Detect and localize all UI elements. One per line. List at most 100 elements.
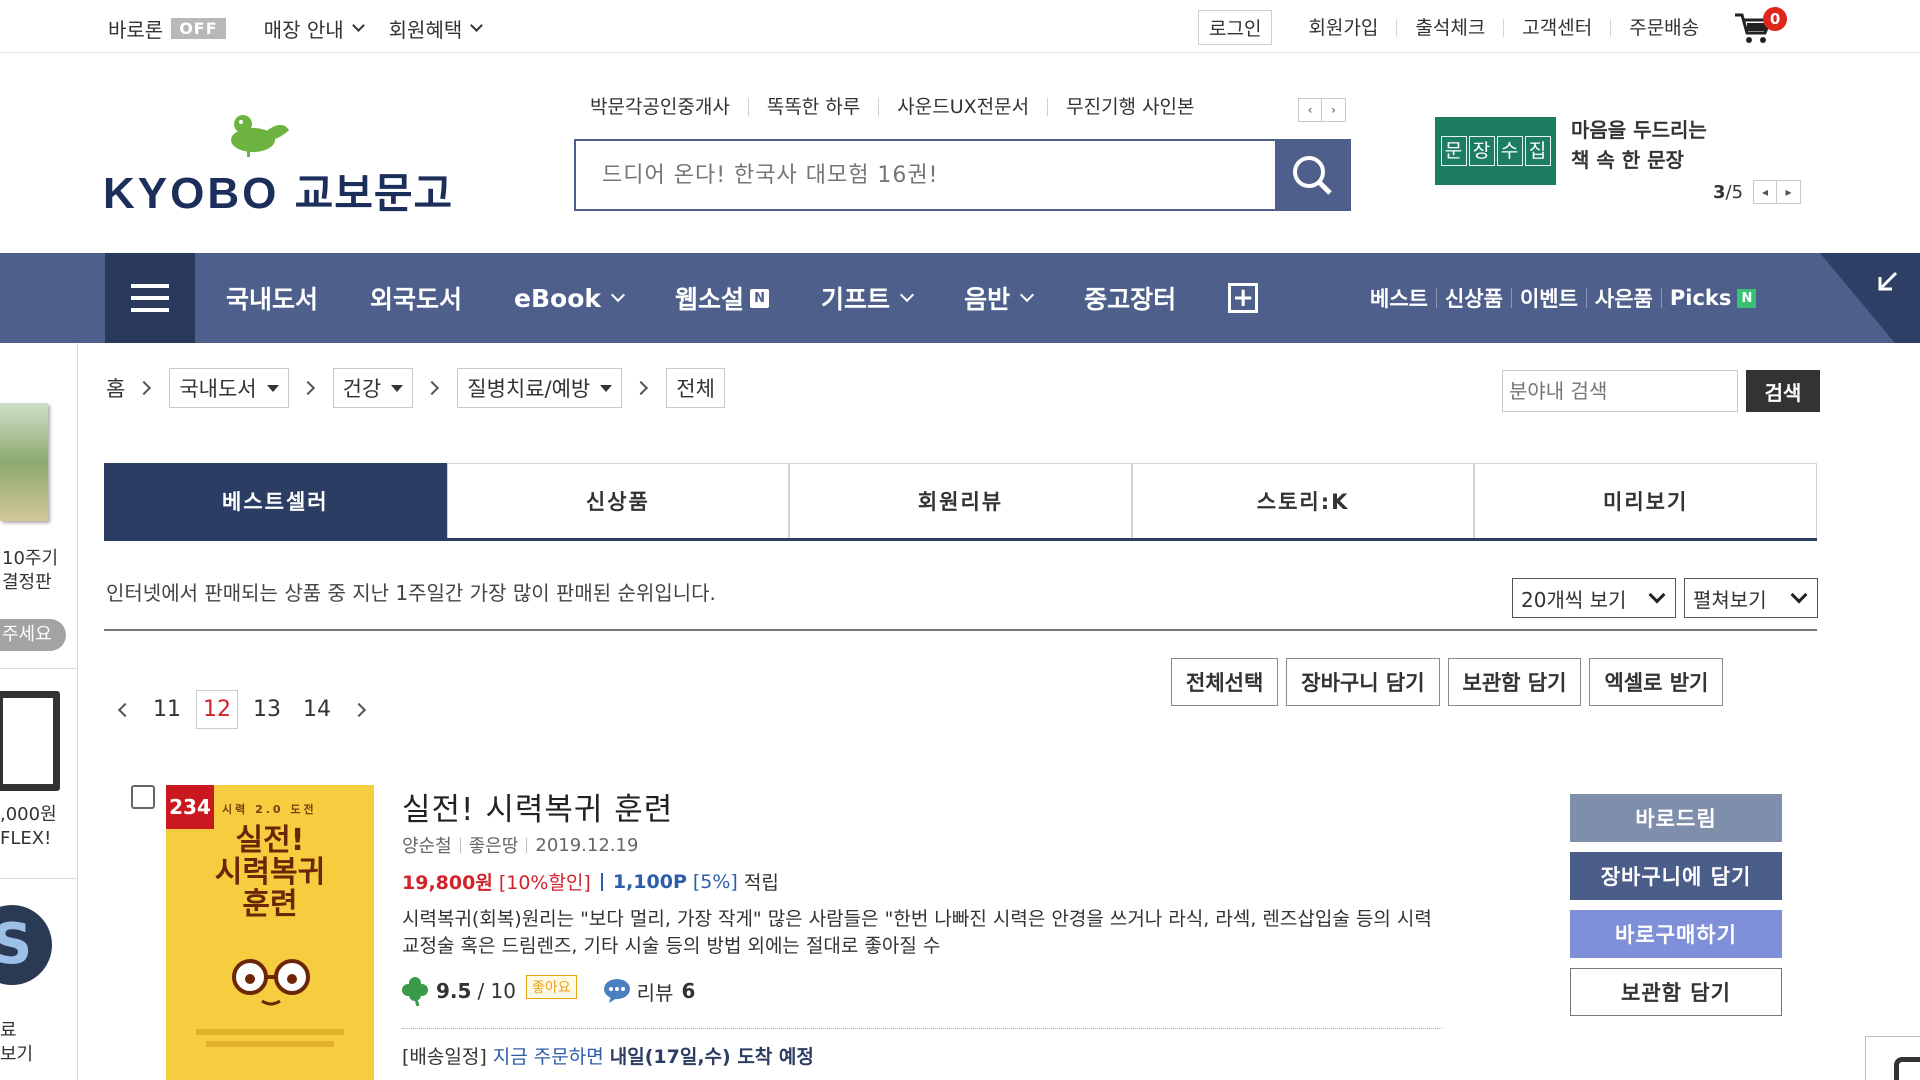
gnb-link-gift[interactable]: 사은품 [1595, 283, 1653, 313]
floating-widget-edge[interactable] [1865, 1036, 1920, 1080]
search-input[interactable] [576, 141, 1275, 209]
keyword-prev-button[interactable]: ‹ [1298, 98, 1322, 122]
keyword-item[interactable]: 박문각공인중개사 [575, 98, 748, 117]
hamburger-menu-button[interactable] [105, 253, 195, 343]
login-button[interactable]: 로그인 [1198, 10, 1273, 45]
add-to-wishlist-button[interactable]: 보관함 담기 [1447, 658, 1582, 706]
side-book-cover[interactable] [0, 403, 48, 521]
buy-now-button[interactable]: 바로구매하기 [1570, 910, 1782, 958]
tab-preview[interactable]: 미리보기 [1474, 463, 1817, 538]
header-banner[interactable]: 문 장 수 집 마음을 두드리는 책 속 한 문장 3/5 ◂ ▸ [1435, 115, 1815, 225]
keyword-item[interactable]: 똑똑한 하루 [747, 98, 878, 117]
breadcrumb-label: 건강 [342, 377, 382, 401]
gnb-item-ebook[interactable]: eBook [488, 284, 649, 313]
chevron-right-icon [137, 380, 152, 396]
gnb-plus-button[interactable]: + [1202, 283, 1284, 313]
gnb-link-picks[interactable]: Picks [1670, 286, 1732, 310]
product-add-to-cart-button[interactable]: 장바구니에 담기 [1570, 852, 1782, 900]
gnb-item-foreign-books[interactable]: 외국도서 [344, 280, 488, 316]
review-link[interactable]: 리뷰 6 [603, 977, 695, 1006]
divider [0, 668, 77, 669]
next-page-icon[interactable] [351, 702, 367, 717]
breadcrumb-home[interactable]: 홈 [106, 373, 125, 403]
view-mode-value: 펼쳐보기 [1693, 587, 1767, 612]
cart-button[interactable]: 0 [1733, 6, 1788, 45]
breadcrumb: 홈 국내도서 건강 질병치료/예방 전체 [106, 368, 725, 408]
gnb-item-music[interactable]: 음반 [938, 280, 1058, 316]
arrow-collapse-icon [1878, 271, 1898, 291]
cover-title-line: 실전! [235, 823, 305, 858]
breadcrumb-select-level1[interactable]: 국내도서 [169, 368, 289, 408]
add-to-cart-button[interactable]: 장바구니 담기 [1286, 658, 1440, 706]
per-page-select[interactable]: 20개씩 보기 [1512, 578, 1676, 618]
side-circle-logo[interactable]: S [0, 905, 52, 985]
cover-subtitle: 시력 2.0 도전 [222, 803, 317, 816]
page-link-current[interactable]: 12 [196, 690, 238, 729]
gnb-item-gift[interactable]: 기프트 [795, 280, 938, 316]
order-delivery-link[interactable]: 주문배송 [1610, 18, 1717, 37]
chevron-right-icon [634, 380, 649, 396]
breadcrumb-select-level3[interactable]: 질병치료/예방 [457, 368, 623, 408]
side-ereader-image[interactable] [0, 691, 60, 791]
bird-logo-icon [231, 115, 289, 157]
category-search-button[interactable]: 검색 [1746, 370, 1820, 412]
keyword-item[interactable]: 무진기행 사인본 [1047, 98, 1212, 117]
tab-member-reviews[interactable]: 회원리뷰 [789, 463, 1132, 538]
divider [402, 1028, 1442, 1029]
category-search-input[interactable] [1502, 370, 1738, 412]
banner-next-button[interactable]: ▸ [1777, 180, 1802, 204]
customer-center-link[interactable]: 고객센터 [1503, 18, 1610, 37]
attendance-link[interactable]: 출석체크 [1396, 18, 1503, 37]
banner-image: 문 장 수 집 [1435, 117, 1556, 185]
gnb-item-domestic-books[interactable]: 국내도서 [200, 280, 344, 316]
tab-new-products[interactable]: 신상품 [446, 463, 790, 538]
page-link[interactable]: 14 [296, 690, 338, 729]
banner-text: 마음을 두드리는 책 속 한 문장 [1571, 115, 1707, 175]
baron-toggle[interactable]: 바로론 OFF [108, 14, 226, 43]
view-mode-select[interactable]: 펼쳐보기 [1684, 578, 1818, 618]
kyobo-logo[interactable]: KYOBO 교보문고 [103, 108, 452, 218]
tab-bestseller[interactable]: 베스트셀러 [104, 463, 447, 538]
side-text: 결정판 [2, 572, 52, 593]
product-author[interactable]: 양순철 [402, 832, 452, 858]
review-label: 리뷰 [636, 980, 674, 1005]
product-checkbox[interactable] [131, 785, 155, 809]
search-button[interactable] [1275, 141, 1349, 209]
gnb-link-best[interactable]: 베스트 [1370, 283, 1428, 313]
chevron-right-icon [300, 380, 315, 396]
product-wishlist-button[interactable]: 보관함 담기 [1570, 968, 1782, 1016]
prev-page-icon[interactable] [117, 702, 133, 717]
cover-title: 실전! 시력복귀 훈련 [166, 825, 374, 921]
gnb-label: 음반 [964, 285, 1011, 314]
breadcrumb-select-level2[interactable]: 건강 [332, 368, 414, 408]
gnb-item-used-market[interactable]: 중고장터 [1058, 280, 1202, 316]
baron-off-badge[interactable]: OFF [171, 18, 226, 39]
keyword-item[interactable]: 사운드UX전문서 [878, 98, 1047, 117]
gnb-link-new[interactable]: 신상품 [1445, 283, 1503, 313]
product-cover-image[interactable]: 234 시력 2.0 도전 실전! 시력복귀 훈련 [166, 785, 374, 1080]
pickup-button[interactable]: 바로드림 [1570, 794, 1782, 842]
product-publisher[interactable]: 좋은땅 [469, 832, 519, 858]
side-banner-text: 료 보기 [0, 1019, 33, 1067]
page-link[interactable]: 13 [246, 690, 288, 729]
chevron-down-icon [1790, 586, 1808, 604]
signup-link[interactable]: 회원가입 [1290, 18, 1396, 37]
banner-prev-button[interactable]: ◂ [1753, 180, 1778, 204]
gnb-item-web-novel[interactable]: 웹소설 N [649, 280, 795, 316]
ship-date: 내일(17일,수) 도착 예정 [609, 1046, 814, 1068]
baron-label: 바로론 [108, 18, 164, 42]
tab-story-k[interactable]: 스토리:K [1131, 463, 1475, 538]
hot-keywords: 박문각공인중개사 똑똑한 하루 사운드UX전문서 무진기행 사인본 [575, 98, 1213, 117]
product-buttons: 바로드림 장바구니에 담기 바로구매하기 보관함 담기 [1570, 794, 1782, 1016]
breadcrumb-level4[interactable]: 전체 [666, 368, 725, 408]
gnb-link-event[interactable]: 이벤트 [1520, 283, 1578, 313]
side-pill-button[interactable]: 주세요 [0, 619, 66, 651]
store-guide-dropdown[interactable]: 매장 안내 [264, 14, 365, 43]
member-benefit-dropdown[interactable]: 회원혜택 [389, 14, 484, 43]
gnb-corner-toggle[interactable] [1820, 253, 1920, 343]
keyword-next-button[interactable]: › [1322, 98, 1346, 122]
select-all-button[interactable]: 전체선택 [1171, 658, 1279, 706]
export-excel-button[interactable]: 엑셀로 받기 [1589, 658, 1724, 706]
page-link[interactable]: 11 [146, 690, 188, 729]
product-title[interactable]: 실전! 시력복귀 훈련 [402, 784, 673, 829]
